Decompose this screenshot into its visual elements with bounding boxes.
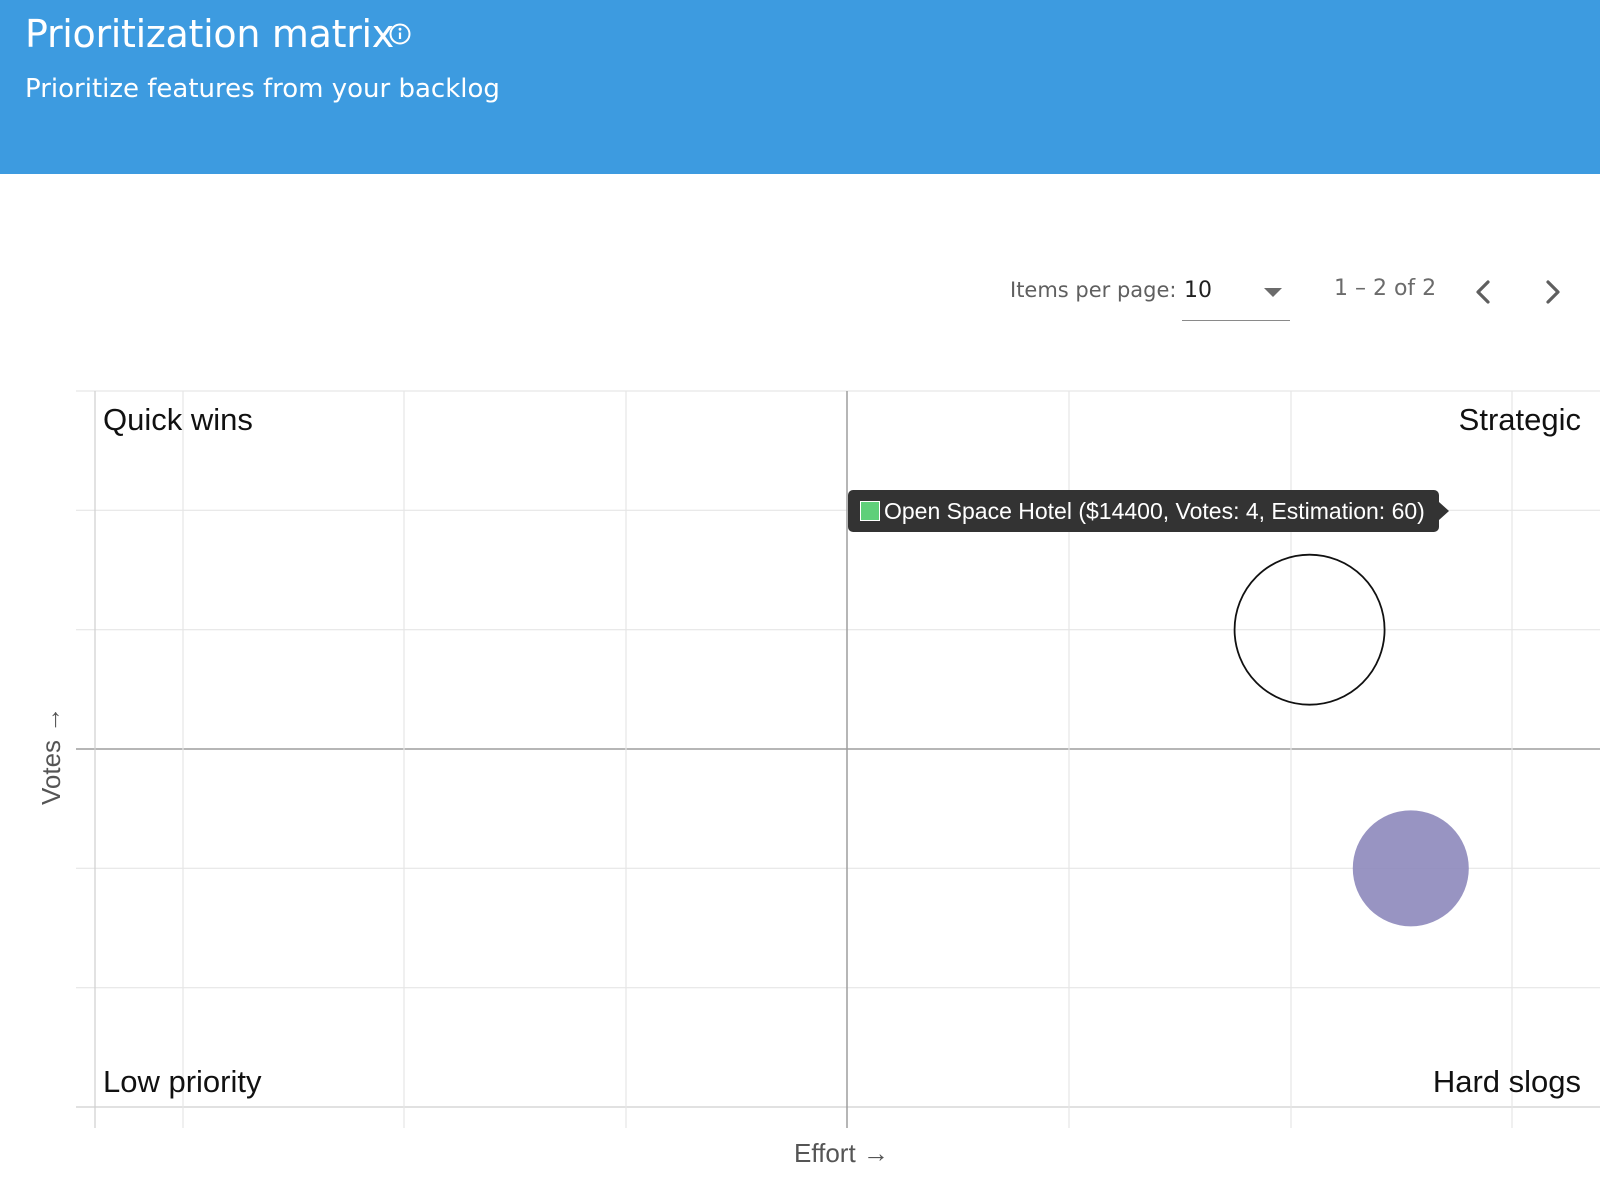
prioritization-chart bbox=[76, 390, 1600, 1128]
tooltip-text: Open Space Hotel ($14400, Votes: 4, Esti… bbox=[884, 497, 1425, 524]
quadrant-label-hard-slogs: Hard slogs bbox=[1432, 1064, 1581, 1099]
point-tooltip: Open Space Hotel ($14400, Votes: 4, Esti… bbox=[848, 490, 1449, 532]
data-point[interactable] bbox=[1352, 810, 1469, 927]
x-axis-label: Effort → bbox=[794, 1138, 889, 1168]
chart-points bbox=[1233, 553, 1469, 927]
quadrant-label-low-priority: Low priority bbox=[103, 1064, 262, 1099]
y-axis-label: Votes → bbox=[36, 706, 66, 805]
tooltip-color-swatch bbox=[860, 501, 880, 521]
quadrant-label-strategic: Strategic bbox=[1458, 402, 1581, 437]
quadrant-label-quick-wins: Quick wins bbox=[103, 402, 253, 437]
